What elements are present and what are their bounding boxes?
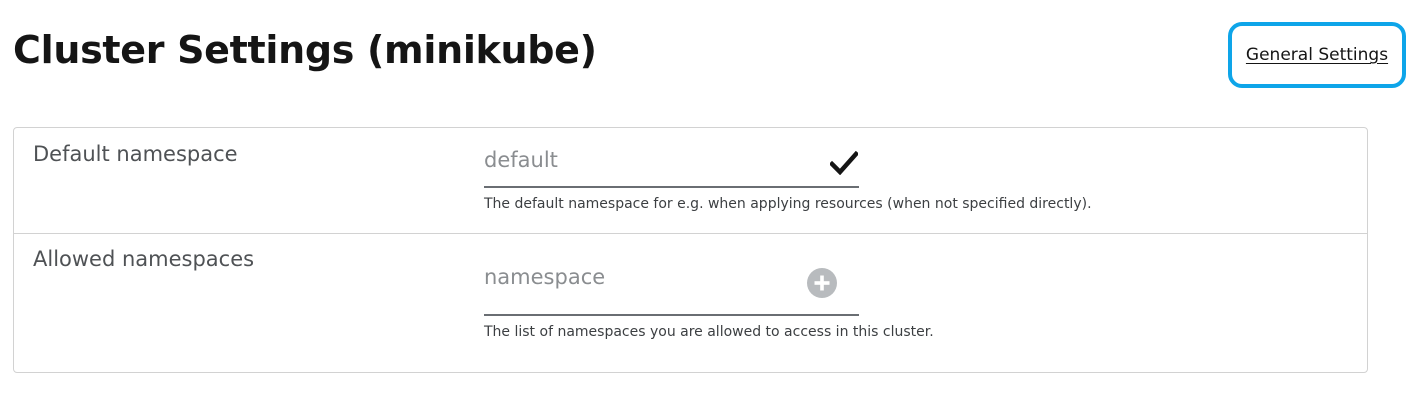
default-namespace-helper: The default namespace for e.g. when appl…: [484, 196, 1092, 212]
default-namespace-label: Default namespace: [33, 142, 238, 166]
allowed-namespaces-label: Allowed namespaces: [33, 247, 255, 271]
allowed-namespaces-input[interactable]: [484, 259, 804, 295]
check-icon: [830, 151, 858, 175]
default-namespace-input[interactable]: [484, 142, 804, 178]
setting-row-allowed-namespaces: Allowed namespaces The list of namespace…: [14, 234, 1367, 373]
default-namespace-field: [484, 142, 859, 188]
general-settings-link[interactable]: General Settings: [1246, 45, 1388, 65]
allowed-namespaces-field: [484, 259, 859, 316]
page-title: Cluster Settings (minikube): [13, 28, 597, 72]
settings-card: Default namespace The default namespace …: [13, 127, 1368, 373]
allowed-namespaces-helper: The list of namespaces you are allowed t…: [484, 324, 934, 340]
general-settings-link-focus-ring: General Settings: [1228, 22, 1406, 88]
plus-circle-icon[interactable]: [807, 268, 837, 298]
setting-row-default-namespace: Default namespace The default namespace …: [14, 128, 1367, 234]
